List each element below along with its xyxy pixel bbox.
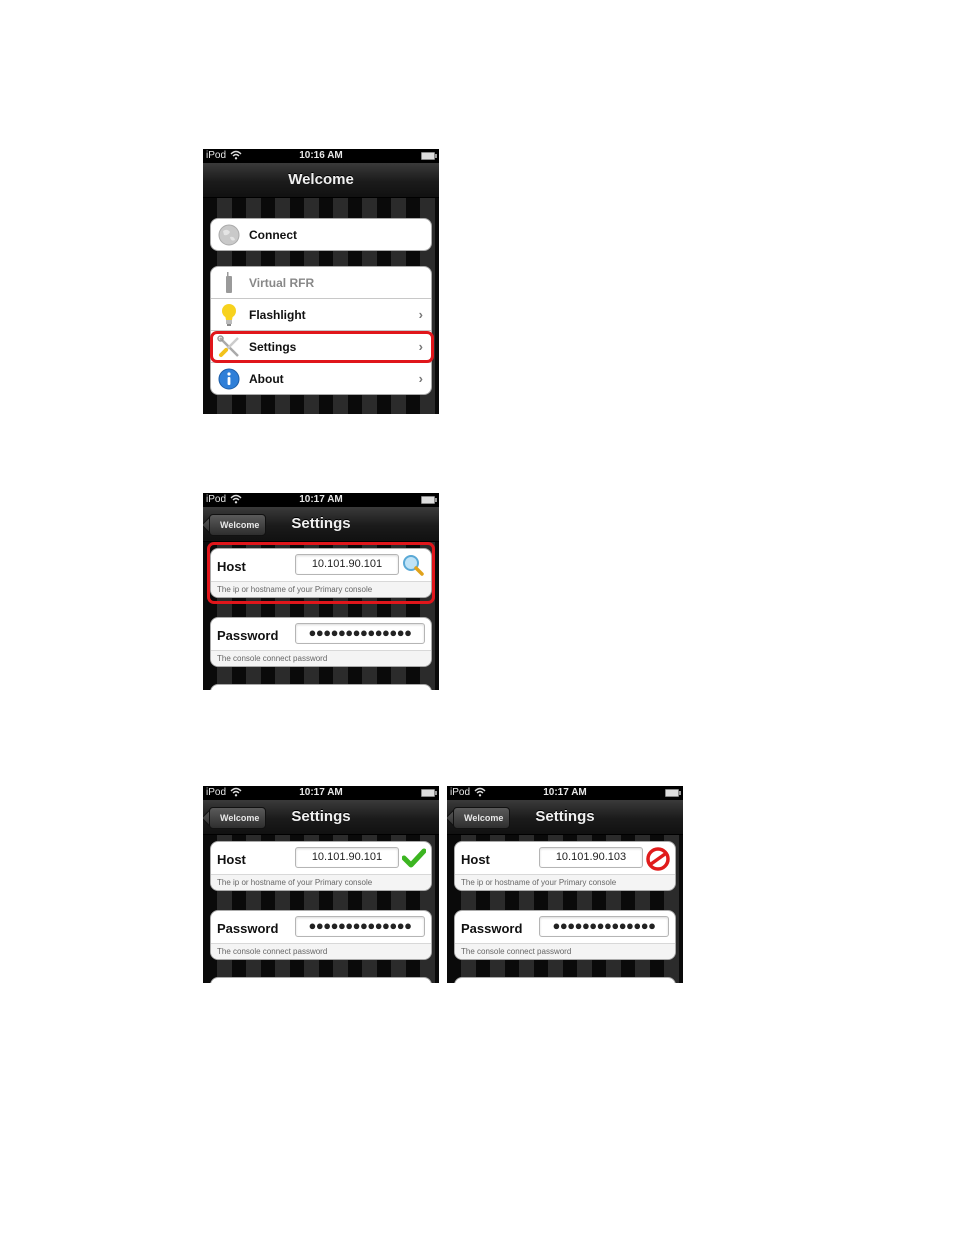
host-hint: The ip or hostname of your Primary conso… xyxy=(211,874,431,890)
password-row: Password ●●●●●●●●●●●●●● xyxy=(211,618,431,650)
chevron-right-icon: › xyxy=(418,339,423,354)
chevron-right-icon: › xyxy=(418,371,423,386)
host-hint: The ip or hostname of your Primary conso… xyxy=(455,874,675,890)
navigation-bar: Welcome Settings xyxy=(447,800,683,835)
page-title: Settings xyxy=(535,808,595,825)
host-input[interactable]: 10.101.90.101 xyxy=(295,554,399,575)
password-group: Password ●●●●●●●●●●●●●● The console conn… xyxy=(210,910,432,960)
battery-icon xyxy=(421,496,437,504)
menu-item-label: About xyxy=(249,371,284,386)
magnifier-icon xyxy=(402,554,424,576)
prohibited-icon xyxy=(646,847,670,871)
globe-icon xyxy=(217,223,241,247)
battery-icon xyxy=(421,152,437,160)
tools-icon xyxy=(217,334,241,359)
host-group: Host 10.101.90.103 The ip or hostname of… xyxy=(454,841,676,891)
host-label: Host xyxy=(217,852,246,867)
battery-icon xyxy=(665,789,681,797)
status-bar: iPod 10:17 AM xyxy=(447,786,683,800)
menu-item-connect[interactable]: Connect xyxy=(211,219,431,250)
navigation-bar: Welcome Settings xyxy=(203,507,439,542)
status-time: 10:17 AM xyxy=(299,494,343,505)
host-label: Host xyxy=(461,852,490,867)
host-group: Host 10.101.90.101 The ip or hostname of… xyxy=(210,548,432,598)
password-hint: The console connect password xyxy=(455,943,675,959)
settings-screen-failed: iPod 10:17 AM Welcome Settings Host 10.1… xyxy=(447,786,683,983)
next-group xyxy=(210,977,432,983)
navigation-bar: Welcome Settings xyxy=(203,800,439,835)
password-group: Password ●●●●●●●●●●●●●● The console conn… xyxy=(210,617,432,667)
password-hint: The console connect password xyxy=(211,943,431,959)
password-input[interactable]: ●●●●●●●●●●●●●● xyxy=(295,623,425,644)
settings-screen-searching: iPod 10:17 AM Welcome Settings Host 10.1… xyxy=(203,493,439,690)
host-input[interactable]: 10.101.90.103 xyxy=(539,847,643,868)
password-input[interactable]: ●●●●●●●●●●●●●● xyxy=(539,916,669,937)
next-group xyxy=(210,684,432,690)
status-time: 10:17 AM xyxy=(543,787,587,798)
status-bar: iPod 10:17 AM xyxy=(203,493,439,507)
settings-screen-connected: iPod 10:17 AM Welcome Settings Host 10.1… xyxy=(203,786,439,983)
status-time: 10:17 AM xyxy=(299,787,343,798)
page-title: Settings xyxy=(291,515,351,532)
host-label: Host xyxy=(217,559,246,574)
menu-item-label: Connect xyxy=(249,227,297,242)
status-bar: iPod 10:16 AM xyxy=(203,149,439,163)
host-hint: The ip or hostname of your Primary conso… xyxy=(211,581,431,597)
info-icon xyxy=(217,367,241,391)
menu-group: Virtual RFR Flashlight › Settings › Abou… xyxy=(210,266,432,395)
password-row: Password ●●●●●●●●●●●●●● xyxy=(211,911,431,943)
menu-item-about[interactable]: About › xyxy=(211,363,431,394)
remote-icon xyxy=(217,271,241,295)
menu-item-flashlight[interactable]: Flashlight › xyxy=(211,299,431,331)
menu-item-settings[interactable]: Settings › xyxy=(211,331,431,363)
next-group xyxy=(454,977,676,983)
connect-group: Connect xyxy=(210,218,432,251)
password-row: Password ●●●●●●●●●●●●●● xyxy=(455,911,675,943)
password-hint: The console connect password xyxy=(211,650,431,666)
status-bar: iPod 10:17 AM xyxy=(203,786,439,800)
password-group: Password ●●●●●●●●●●●●●● The console conn… xyxy=(454,910,676,960)
battery-icon xyxy=(421,789,437,797)
lightbulb-icon xyxy=(217,303,241,327)
status-time: 10:16 AM xyxy=(299,150,343,161)
checkmark-icon xyxy=(401,847,427,869)
menu-item-label: Virtual RFR xyxy=(249,275,315,290)
password-label: Password xyxy=(217,628,279,643)
host-row: Host 10.101.90.101 xyxy=(211,842,431,874)
password-label: Password xyxy=(461,921,523,936)
host-row: Host 10.101.90.103 xyxy=(455,842,675,874)
menu-item-label: Flashlight xyxy=(249,307,306,322)
host-input[interactable]: 10.101.90.101 xyxy=(295,847,399,868)
chevron-right-icon: › xyxy=(418,307,423,322)
host-group: Host 10.101.90.101 The ip or hostname of… xyxy=(210,841,432,891)
menu-item-virtual-rfr[interactable]: Virtual RFR xyxy=(211,267,431,299)
navigation-bar: Welcome xyxy=(203,163,439,198)
page-title: Settings xyxy=(291,808,351,825)
welcome-screen: iPod 10:16 AM Welcome Connect Virtual RF… xyxy=(203,149,439,414)
password-input[interactable]: ●●●●●●●●●●●●●● xyxy=(295,916,425,937)
page-title: Welcome xyxy=(288,171,354,188)
password-label: Password xyxy=(217,921,279,936)
menu-item-label: Settings xyxy=(249,339,297,354)
host-row: Host 10.101.90.101 xyxy=(211,549,431,581)
